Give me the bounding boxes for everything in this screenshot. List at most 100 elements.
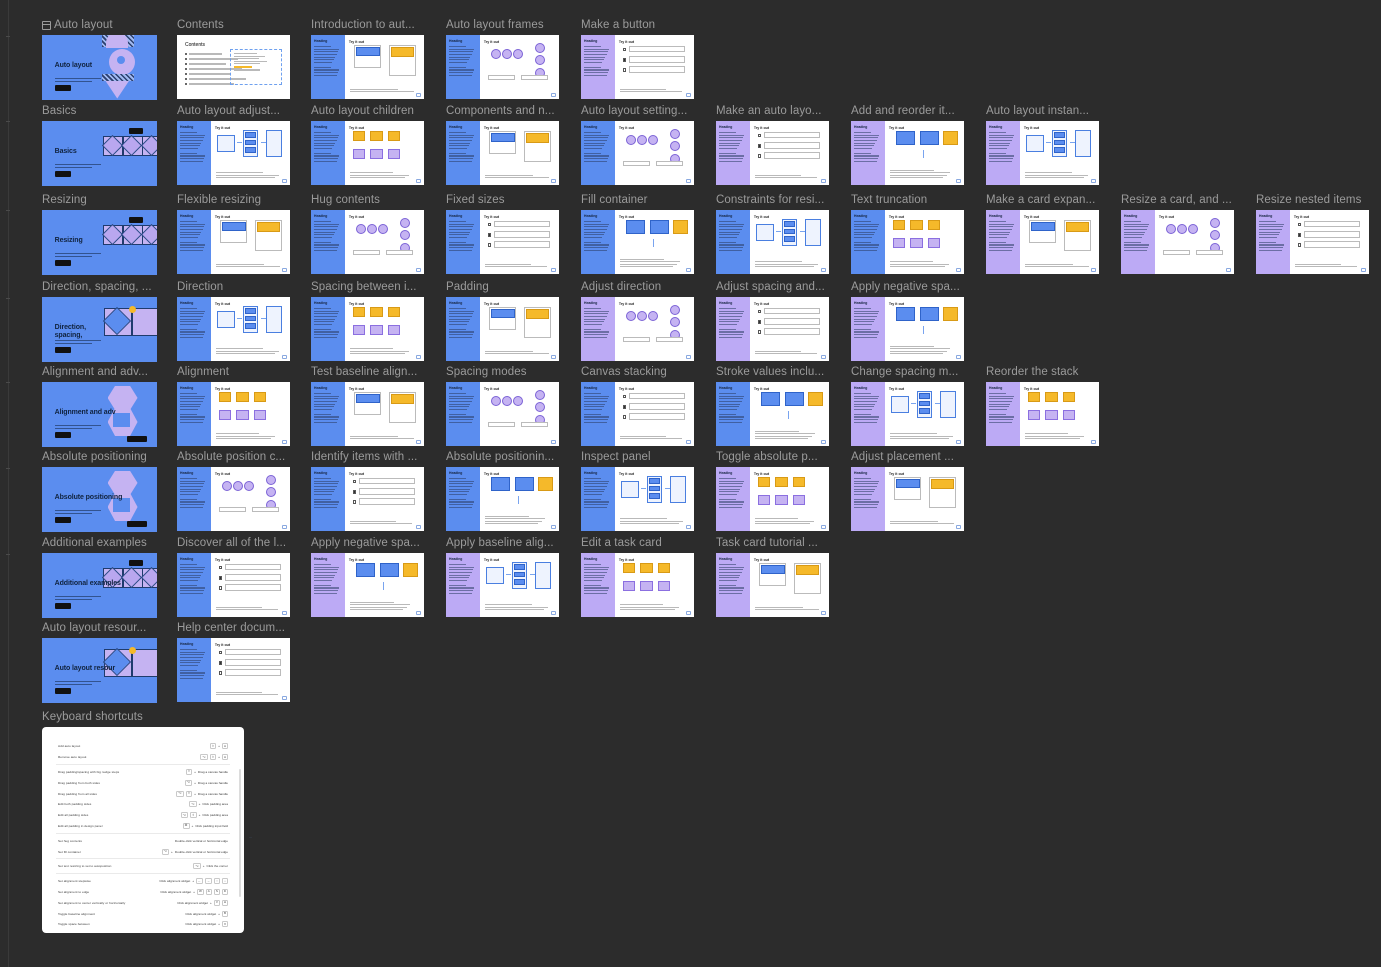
frame-thumbnail[interactable]: Heading Try it out xyxy=(581,297,694,361)
frame-thumbnail[interactable]: Heading Try it out xyxy=(446,297,559,361)
frame-label[interactable]: Auto layout frames xyxy=(446,19,559,32)
frame-label[interactable]: Flexible resizing xyxy=(177,194,290,207)
frame-thumbnail[interactable]: Heading Try it out xyxy=(716,382,829,446)
frame-thumbnail[interactable]: Resizing xyxy=(42,210,157,275)
frame-thumbnail[interactable]: Heading Try it out xyxy=(311,121,424,185)
scrollbar[interactable] xyxy=(238,769,241,897)
frame-cell[interactable]: Direction, spacing, ... Direction, spaci… xyxy=(42,281,157,362)
frame-label[interactable]: Resize a card, and ... xyxy=(1121,194,1234,207)
frame-thumbnail[interactable]: Heading Try it out xyxy=(177,553,290,617)
frame-thumbnail[interactable]: Auto layout resour xyxy=(42,638,157,703)
figma-canvas[interactable]: Auto layout Auto layout Contents Content… xyxy=(0,0,1381,967)
frame-thumbnail[interactable]: Heading Try it out xyxy=(446,553,559,617)
frame-label[interactable]: Help center docum... xyxy=(177,622,290,635)
frame-thumbnail[interactable]: Heading Try it out xyxy=(177,297,290,361)
frame-thumbnail[interactable]: Heading Try it out xyxy=(716,210,829,274)
frame-label[interactable]: Make a button xyxy=(581,19,694,32)
frame-thumbnail[interactable]: Heading Try it out xyxy=(581,210,694,274)
frame-label[interactable]: Resize nested items xyxy=(1256,194,1369,207)
frame-thumbnail[interactable]: Heading Try it out xyxy=(311,553,424,617)
frame-cell[interactable]: Canvas stacking Heading Try it out xyxy=(581,366,694,446)
frame-thumbnail[interactable]: Heading Try it out xyxy=(581,553,694,617)
frame-cell[interactable]: Make an auto layo... Heading Try it out xyxy=(716,105,829,185)
frame-cell[interactable]: Auto layout adjust... Heading Try it out xyxy=(177,105,290,185)
frame-thumbnail[interactable]: Heading Try it out xyxy=(177,210,290,274)
frame-thumbnail[interactable]: Heading Try it out xyxy=(446,467,559,531)
frame-label[interactable]: Discover all of the l... xyxy=(177,537,290,550)
frame-cell[interactable]: Padding Heading Try it out xyxy=(446,281,559,361)
frame-label[interactable]: Adjust spacing and... xyxy=(716,281,829,294)
frame-label[interactable]: Auto layout children xyxy=(311,105,424,118)
frame-cell[interactable]: Adjust spacing and... Heading Try it out xyxy=(716,281,829,361)
frame-cell[interactable]: Make a card expan... Heading Try it out xyxy=(986,194,1099,274)
frame-label[interactable]: Task card tutorial ... xyxy=(716,537,829,550)
frame-label[interactable]: Alignment and adv... xyxy=(42,366,157,379)
frame-cell[interactable]: Adjust placement ... Heading Try it out xyxy=(851,451,964,531)
frame-label[interactable]: Reorder the stack xyxy=(986,366,1099,379)
frame-thumbnail[interactable]: Heading Try it out xyxy=(581,121,694,185)
frame-thumbnail[interactable]: Heading Try it out xyxy=(851,382,964,446)
frame-label[interactable]: Fill container xyxy=(581,194,694,207)
frame-cell[interactable]: Edit a task card Heading Try it out xyxy=(581,537,694,617)
frame-cell[interactable]: Change spacing m... Heading Try it out xyxy=(851,366,964,446)
frame-cell[interactable]: Additional examples Additional examples xyxy=(42,537,157,618)
frame-label[interactable]: Toggle absolute p... xyxy=(716,451,829,464)
frame-thumbnail[interactable]: Absolute positioning xyxy=(42,467,157,532)
frame-cell[interactable]: Resize nested items Heading Try it out xyxy=(1256,194,1369,274)
frame-thumbnail[interactable]: Heading Try it out xyxy=(311,297,424,361)
frame-thumbnail[interactable]: Basics xyxy=(42,121,157,186)
frame-cell[interactable]: Help center docum... Heading Try it out xyxy=(177,622,290,702)
frame-thumbnail[interactable]: Heading Try it out xyxy=(311,467,424,531)
frame-label[interactable]: Make a card expan... xyxy=(986,194,1099,207)
frame-cell[interactable]: Hug contents Heading Try it out xyxy=(311,194,424,274)
frame-thumbnail[interactable]: Heading Try it out xyxy=(177,121,290,185)
frame-cell[interactable]: Make a button Heading Try it out xyxy=(581,19,694,99)
frame-label[interactable]: Canvas stacking xyxy=(581,366,694,379)
frame-cell[interactable]: Identify items with ... Heading Try it o… xyxy=(311,451,424,531)
frame-label[interactable]: Apply baseline alig... xyxy=(446,537,559,550)
frame-thumbnail[interactable]: Heading Try it out xyxy=(851,467,964,531)
frame-label[interactable]: Spacing between i... xyxy=(311,281,424,294)
frame-cell[interactable]: Task card tutorial ... Heading Try it ou… xyxy=(716,537,829,617)
frame-cell[interactable]: Fixed sizes Heading Try it out xyxy=(446,194,559,274)
frame-label[interactable]: Additional examples xyxy=(42,537,157,550)
frame-thumbnail[interactable]: Heading Try it out xyxy=(446,121,559,185)
frame-cell[interactable]: Alignment Heading Try it out xyxy=(177,366,290,446)
frame-keyboard-shortcuts[interactable]: Keyboard shortcuts Add auto layout ⇧ + A Rem… xyxy=(42,711,252,933)
frame-label[interactable]: Basics xyxy=(42,105,157,118)
frame-cell[interactable]: Introduction to aut... Heading Try it ou… xyxy=(311,19,424,99)
frame-thumbnail[interactable]: Direction, spacing, xyxy=(42,297,157,362)
frame-label[interactable]: Add and reorder it... xyxy=(851,105,964,118)
frame-thumbnail[interactable]: Heading Try it out xyxy=(1121,210,1234,274)
frame-label[interactable]: Make an auto layo... xyxy=(716,105,829,118)
keyboard-shortcuts-panel[interactable]: Add auto layout ⇧ + A Remove auto layout ⌥ ⇧ + A… xyxy=(42,727,252,933)
frame-thumbnail[interactable]: Heading Try it out xyxy=(986,121,1099,185)
frame-thumbnail[interactable]: Heading Try it out xyxy=(446,35,559,99)
frame-cell[interactable]: Alignment and adv... Alignment and adv xyxy=(42,366,157,447)
frame-cell[interactable]: Absolute positionin... Heading Try it ou… xyxy=(446,451,559,531)
frame-label[interactable]: Direction xyxy=(177,281,290,294)
frame-cell[interactable]: Resize a card, and ... Heading Try it ou… xyxy=(1121,194,1234,274)
frame-label[interactable]: Identify items with ... xyxy=(311,451,424,464)
frame-label[interactable]: Apply negative spa... xyxy=(851,281,964,294)
frame-cell[interactable]: Test baseline align... Heading Try it ou… xyxy=(311,366,424,446)
frame-cell[interactable]: Flexible resizing Heading Try it out xyxy=(177,194,290,274)
frame-cell[interactable]: Constraints for resi... Heading Try it o… xyxy=(716,194,829,274)
frame-cell[interactable]: Auto layout instan... Heading Try it out xyxy=(986,105,1099,185)
frame-thumbnail[interactable]: Heading Try it out xyxy=(581,382,694,446)
frame-thumbnail[interactable]: Heading Try it out xyxy=(716,467,829,531)
frame-thumbnail[interactable]: Heading Try it out xyxy=(851,121,964,185)
frame-cell[interactable]: Auto layout resour... Auto layout resour xyxy=(42,622,157,703)
frame-label[interactable]: Edit a task card xyxy=(581,537,694,550)
frame-thumbnail[interactable]: Heading Try it out xyxy=(851,210,964,274)
frame-label[interactable]: Auto layout xyxy=(42,19,157,32)
frame-label[interactable]: Resizing xyxy=(42,194,157,207)
frame-cell[interactable]: Contents Contents xyxy=(177,19,290,99)
frame-thumbnail[interactable]: Heading Try it out xyxy=(177,638,290,702)
frame-thumbnail[interactable]: Heading Try it out xyxy=(177,382,290,446)
frame-label[interactable]: Apply negative spa... xyxy=(311,537,424,550)
frame-thumbnail[interactable]: Heading Try it out xyxy=(446,210,559,274)
frame-label[interactable]: Spacing modes xyxy=(446,366,559,379)
frame-label[interactable]: Constraints for resi... xyxy=(716,194,829,207)
frame-label[interactable]: Inspect panel xyxy=(581,451,694,464)
